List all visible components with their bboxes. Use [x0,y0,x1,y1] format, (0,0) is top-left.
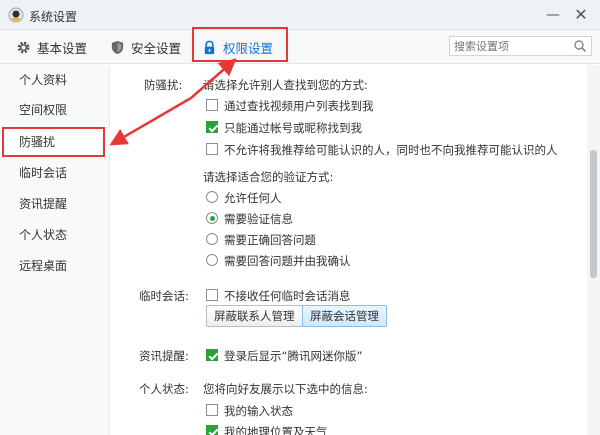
option-label: 不允许将我推荐给可能认识的人，同时也不向我推荐可能认识的人 [224,143,558,157]
tab-label: 基本设置 [37,40,88,56]
shield-icon [110,40,125,55]
tab-basic-settings[interactable]: 基本设置 [16,30,87,64]
option-label: 登录后显示“腾讯网迷你版” [224,349,363,363]
sidebar-item-space-permission[interactable]: 空间权限 [0,97,110,123]
title-bar: 系统设置 — ✕ [0,0,600,30]
app-logo-icon [8,7,24,23]
checkbox-location-weather[interactable] [206,425,218,435]
search-icon[interactable] [573,39,587,53]
sidebar-item-personal-status[interactable]: 个人状态 [0,222,110,248]
section-label-personal-status: 个人状态: [139,382,189,396]
checkbox-show-mini-news[interactable] [206,349,218,361]
option-label: 允许任何人 [224,191,282,205]
radio-require-answer-and-confirm[interactable] [206,254,218,266]
window-title: 系统设置 [29,10,78,24]
search-box[interactable] [449,36,592,56]
option-label: 我的地理位置及天气 [224,425,328,435]
section-label-news-alert: 资讯提醒: [139,349,189,363]
search-input[interactable] [450,37,565,55]
option-label: 需要正确回答问题 [224,233,316,247]
section-label-temp-chat: 临时会话: [139,289,189,303]
sidebar-item-temp-chat[interactable]: 临时会话 [0,160,110,186]
option-label: 不接收任何临时会话消息 [224,289,351,303]
sidebar-highlight-box [2,127,105,157]
checkbox-find-by-video-list[interactable] [206,99,218,111]
block-sessions-button[interactable]: 屏蔽会话管理 [302,305,387,327]
find-method-prompt: 请选择允许别人查找到您的方式: [203,78,368,92]
checkbox-typing-status[interactable] [206,404,218,416]
option-label: 通过查找视频用户列表找到我 [224,99,374,113]
status-prompt: 您将向好友展示以下选中的信息: [203,382,368,396]
checkbox-no-recommend[interactable] [206,143,218,155]
option-label: 只能通过帐号或昵称找到我 [224,121,362,135]
radio-allow-anyone[interactable] [206,191,218,203]
radio-require-answer[interactable] [206,233,218,245]
checkbox-find-by-account-only[interactable] [206,121,218,133]
close-button[interactable]: ✕ [568,4,594,26]
section-label-anti-harassment: 防骚扰: [144,78,183,92]
verify-method-prompt: 请选择适合您的验证方式: [203,170,334,184]
tab-security-settings[interactable]: 安全设置 [110,30,181,64]
permission-tab-highlight-box [192,27,288,62]
minimize-button[interactable]: — [540,4,566,26]
sidebar-item-profile[interactable]: 个人资料 [0,67,110,93]
tab-label: 安全设置 [131,40,182,56]
sidebar-item-news-alert[interactable]: 资讯提醒 [0,191,110,217]
checkbox-reject-temp-chat[interactable] [206,289,218,301]
radio-require-verification[interactable] [206,212,218,224]
option-label: 需要回答问题并由我确认 [224,254,351,268]
block-contacts-button[interactable]: 屏蔽联系人管理 [206,305,303,327]
settings-sidebar: 个人资料 空间权限 防骚扰 临时会话 资讯提醒 个人状态 远程桌面 [0,65,110,435]
sidebar-item-remote-desktop[interactable]: 远程桌面 [0,253,110,279]
gear-icon [16,40,31,55]
scrollbar-thumb[interactable] [590,150,597,278]
settings-content: 防骚扰: 请选择允许别人查找到您的方式: 通过查找视频用户列表找到我 只能通过帐… [111,65,586,435]
option-label: 我的输入状态 [224,404,293,418]
option-label: 需要验证信息 [224,212,293,226]
